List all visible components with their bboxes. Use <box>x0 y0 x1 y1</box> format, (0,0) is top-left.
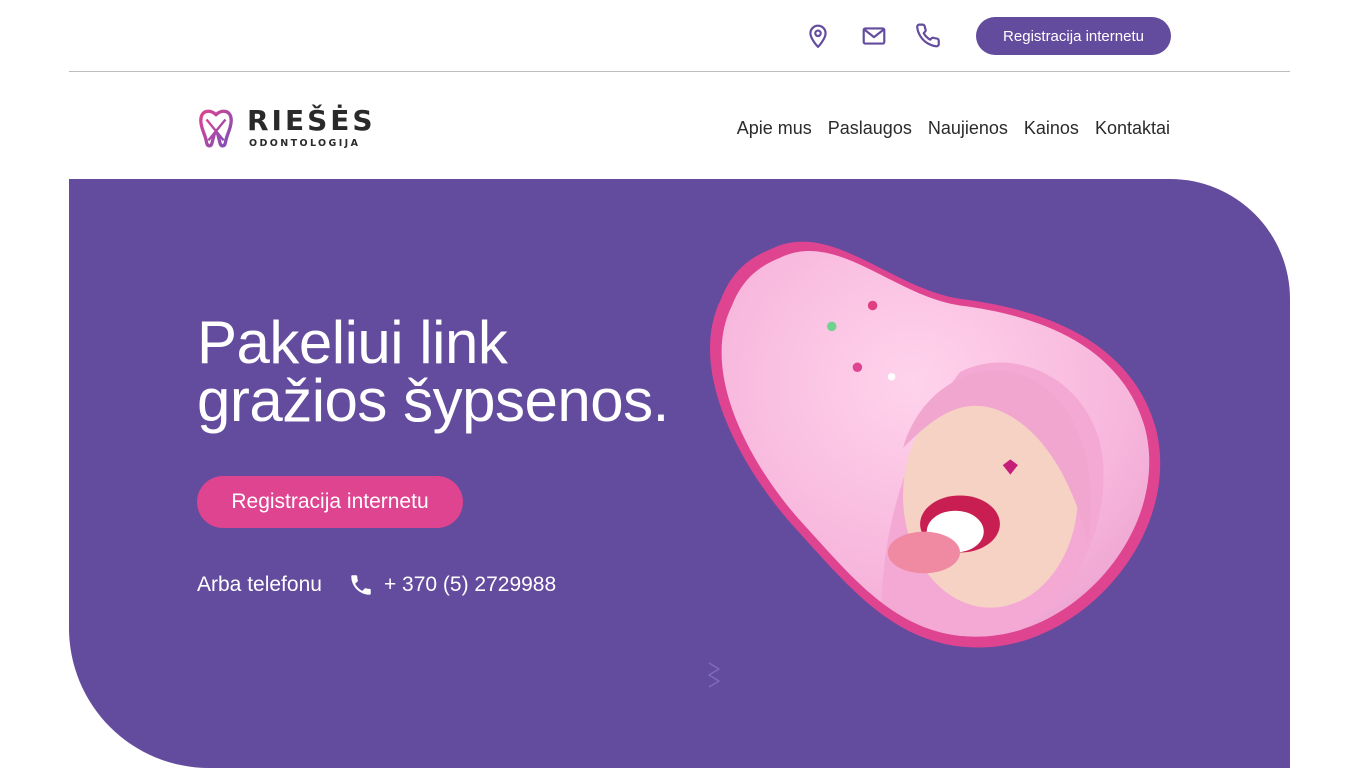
nav-item-kainos[interactable]: Kainos <box>1024 118 1079 139</box>
location-pin-icon[interactable] <box>804 22 832 50</box>
scroll-down-icon[interactable] <box>701 657 729 691</box>
brand-name: RIEŠĖS <box>247 104 376 138</box>
nav-item-apie-mus[interactable]: Apie mus <box>737 118 812 139</box>
phone-alt-label: Arba telefonu <box>197 573 322 596</box>
nav-item-kontaktai[interactable]: Kontaktai <box>1095 118 1170 139</box>
mail-icon[interactable] <box>860 22 888 50</box>
hero-headline-line-1: Pakeliui link <box>197 309 508 376</box>
register-online-button[interactable]: Registracija internetu <box>976 17 1171 55</box>
brand-subtitle: ODONTOLOGIJA <box>249 138 361 150</box>
header-divider <box>69 71 1290 72</box>
main-nav: Apie mus Paslaugos Naujienos Kainos Kont… <box>737 118 1170 139</box>
hero-section: Pakeliui link gražios šypsenos. Registra… <box>69 179 1290 768</box>
phone-icon[interactable] <box>915 22 943 50</box>
brand-wordmark: RIEŠĖS ODONTOLOGIJA <box>247 107 376 149</box>
hero-headline: Pakeliui link gražios šypsenos. <box>197 309 669 434</box>
nav-item-paslaugos[interactable]: Paslaugos <box>828 118 912 139</box>
phone-number-link[interactable]: + 370 (5) 2729988 <box>384 573 556 597</box>
phone-icon <box>348 572 374 598</box>
hero-smile-photo <box>701 229 1171 659</box>
top-utility-bar: Registracija internetu <box>0 0 1366 72</box>
phone-contact-row: Arba telefonu + 370 (5) 2729988 <box>197 572 556 598</box>
nav-item-naujienos[interactable]: Naujienos <box>928 118 1008 139</box>
tooth-icon <box>199 109 233 148</box>
hero-register-button[interactable]: Registracija internetu <box>197 476 463 528</box>
brand-logo[interactable]: RIEŠĖS ODONTOLOGIJA <box>197 104 376 152</box>
hero-headline-line-2: gražios šypsenos. <box>197 367 669 434</box>
